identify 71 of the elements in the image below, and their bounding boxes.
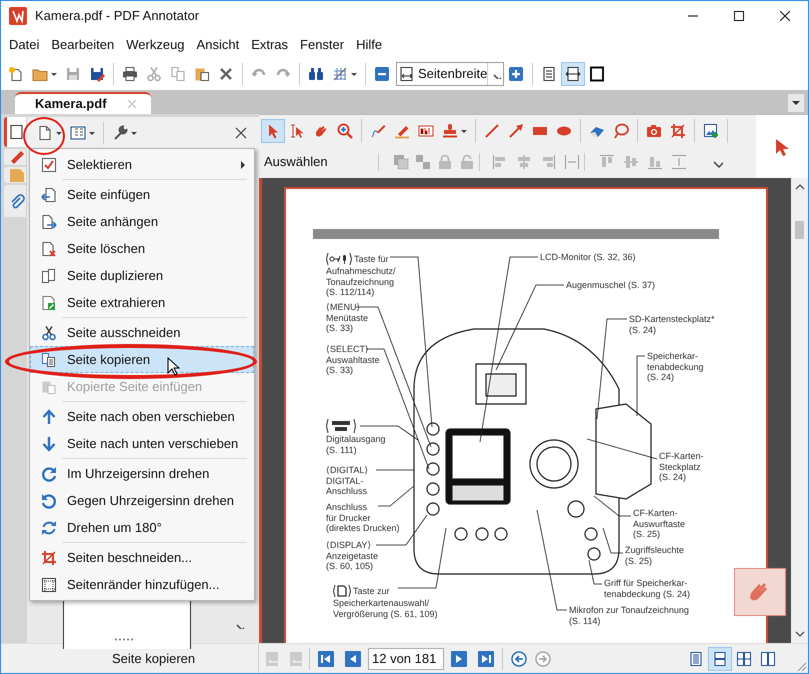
window-title: Kamera.pdf - PDF Annotator [35, 7, 200, 26]
menu-item[interactable]: Extras [245, 34, 294, 56]
callout-label: Speicherkar- [647, 351, 698, 362]
callout-label: (S. 33) [326, 365, 354, 376]
callout-label: Aufnahmeschutz/ [326, 266, 396, 277]
menu-item[interactable]: Seite extrahieren [30, 289, 254, 316]
callout-label: Taste für [354, 254, 389, 264]
menu-item[interactable]: Seitenränder hinzufügen... [30, 571, 254, 598]
callout-label: LCD-Monitor (S. 32, 36) [540, 252, 636, 263]
callout-label: Taste zur [353, 586, 390, 596]
callout-label: Augenmuschel (S. 37) [566, 280, 656, 291]
callout-label: tenabdeckung (S. 24) [604, 588, 690, 600]
menu-item[interactable]: Gegen Uhrzeigersinn drehen [30, 487, 254, 514]
callout-label: ⟨MENU⟩ [326, 302, 360, 313]
callout-label: Griff für Speicherkar- [604, 578, 688, 589]
menu-item[interactable]: Seite ausschneiden [30, 319, 254, 346]
callout-label: für Drucker [326, 512, 371, 524]
callout-label: (S. 33) [326, 323, 354, 334]
callout-label: (S. 60, 105) [326, 561, 374, 572]
callout-label: CF-Karten- [633, 508, 678, 519]
callout-label: (S. 24) [647, 372, 674, 383]
callout-label: (S. 25) [625, 556, 652, 566]
menu-item[interactable]: Seiten beschneiden... [30, 544, 254, 571]
menu-item[interactable]: Seite nach oben verschieben [30, 403, 254, 430]
callout-label: (S. 114) [569, 616, 600, 626]
menu-item[interactable]: Seite löschen [30, 235, 254, 262]
callout-label: Steckplatz [659, 462, 701, 472]
callout-label: (S. 112/114) [326, 287, 374, 298]
callout-label: Mikrofon zur Tonaufzeichnung [569, 605, 689, 616]
callout-label: ⟨DIGITAL⟩ [326, 465, 368, 476]
menu-item[interactable]: Seite anhängen [30, 208, 254, 235]
callout-label: Auswahltaste [326, 354, 380, 366]
callout-label: Zugriffsleuchte [625, 545, 684, 556]
callout-label: Vergrößerung (S. 61, 109) [333, 608, 438, 620]
menu-item[interactable]: Seite nach unten verschieben [30, 430, 254, 457]
callout-label: Speicherkartenauswahl/ [333, 598, 430, 609]
callout-label: Auswurftaste [633, 518, 686, 530]
callout-label: Digitalausgang [326, 434, 386, 445]
callout-label: (S. 24) [659, 472, 686, 483]
callout-label: (S. 111) [326, 444, 357, 456]
menu-item[interactable]: Hilfe [350, 34, 388, 56]
callout-label: ⟨DISPLAY⟩ [326, 540, 372, 551]
callout-label: (S. 25) [633, 529, 660, 540]
page-number-field[interactable]: 12 von 181 [368, 648, 444, 670]
callout-label: DIGITAL- [326, 476, 364, 486]
menu-item[interactable]: Ansicht [190, 34, 246, 56]
callout-label: Menütaste [326, 312, 368, 324]
status-message: Seite kopieren [112, 650, 196, 668]
callout-label: Tonaufzeichnung [326, 276, 394, 288]
menu-item[interactable]: Bearbeiten [45, 34, 120, 56]
menu-item[interactable]: Im Uhrzeigersinn drehen [30, 460, 254, 487]
callout-label: Anschluss [326, 502, 368, 513]
zoom-mode-value: Seitenbreite [418, 65, 488, 84]
menu-item[interactable]: Seite einfügen [30, 181, 254, 208]
callout-label: Anschluss [326, 486, 368, 497]
callout-label: (direktes Drucken) [326, 523, 400, 534]
zoom-mode-dropdown[interactable]: Seitenbreite [396, 62, 504, 86]
menu-item[interactable]: Drehen um 180° [30, 514, 254, 541]
tool-mode-label: Auswählen [264, 153, 329, 172]
menu-item[interactable]: Fenster [294, 34, 350, 56]
callout-label: Anzeigetaste [326, 550, 378, 562]
callout-label: CF-Karten- [659, 451, 704, 462]
menu-item[interactable]: Seite duplizieren [30, 262, 254, 289]
menu-item[interactable]: Selektieren [30, 151, 254, 178]
callout-label: ⟨SELECT⟩ [326, 344, 370, 355]
document-tab[interactable]: Kamera.pdf [15, 92, 151, 114]
callout-label: (S. 24) [629, 324, 656, 336]
menu-item[interactable]: Werkzeug [120, 34, 191, 56]
callout-label: tenabdeckung [647, 362, 704, 372]
callout-label: SD-Kartensteckplatz* [629, 314, 715, 325]
menu-item[interactable]: Datei [3, 34, 46, 56]
